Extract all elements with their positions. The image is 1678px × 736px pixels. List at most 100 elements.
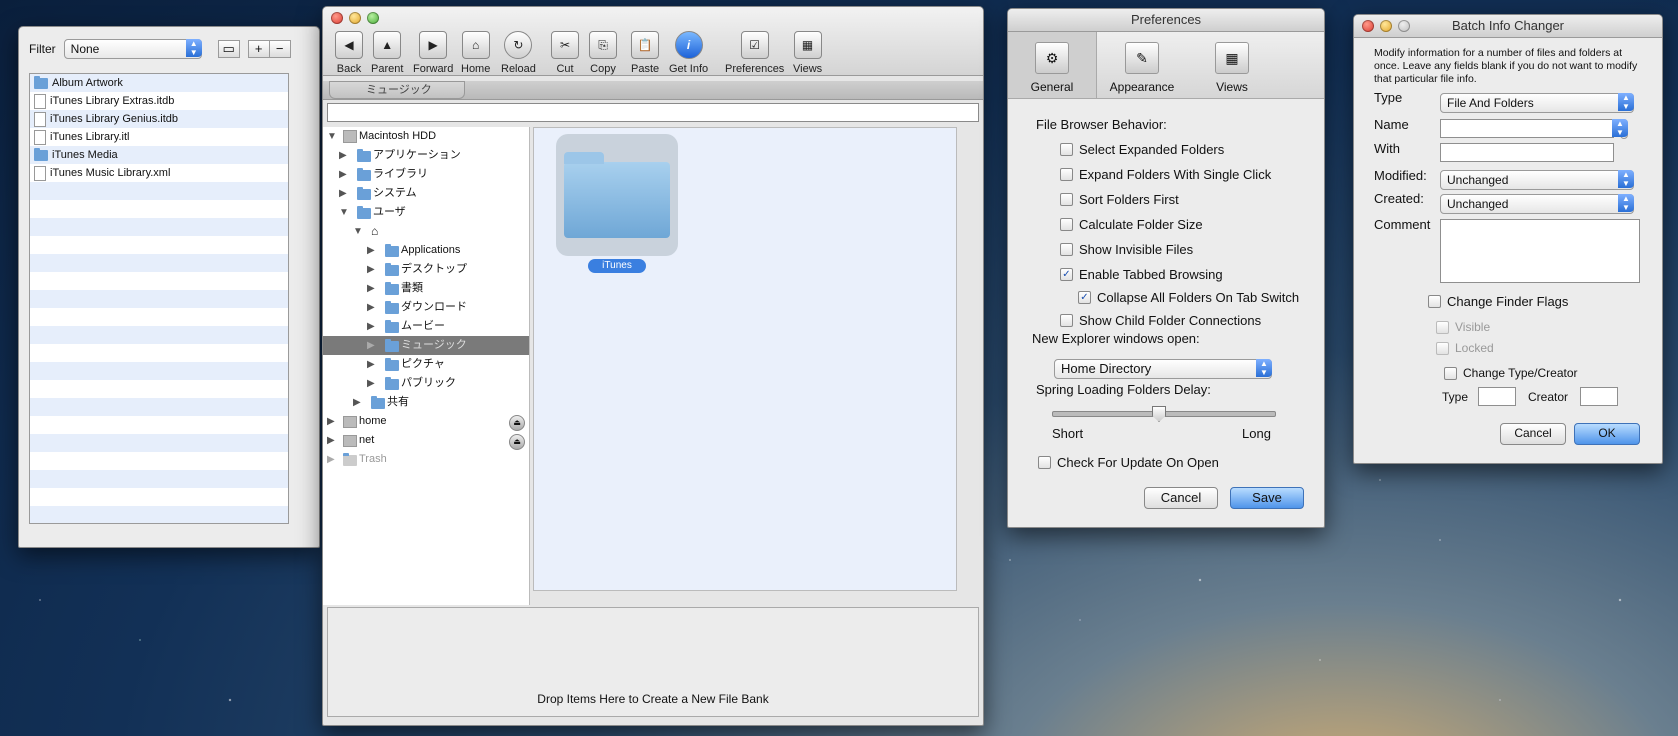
folder-icon bbox=[385, 282, 399, 295]
home-button[interactable]: ⌂ Home bbox=[461, 31, 490, 75]
eject-icon[interactable]: ⏏ bbox=[509, 434, 525, 450]
checkbox-label: Sort Folders First bbox=[1079, 192, 1179, 207]
creator-code-input[interactable] bbox=[1580, 387, 1618, 406]
itunes-folder-label[interactable]: iTunes bbox=[588, 259, 646, 273]
new-windows-select[interactable]: Home Directory ▲ ▼ bbox=[1054, 359, 1272, 379]
filter-select[interactable]: None ▲ ▼ bbox=[63, 39, 202, 59]
cancel-button[interactable]: Cancel bbox=[1144, 487, 1218, 509]
back-button[interactable]: ◀ Back bbox=[335, 31, 363, 75]
tree-label: Trash bbox=[359, 453, 387, 465]
list-item[interactable]: iTunes Library Extras.itdb bbox=[30, 92, 288, 110]
zoom-icon[interactable] bbox=[367, 12, 379, 24]
minimize-icon[interactable] bbox=[1380, 20, 1392, 32]
folder-icon bbox=[371, 396, 385, 409]
get-info-label: Get Info bbox=[669, 63, 709, 75]
preferences-button[interactable]: ☑ Preferences bbox=[725, 31, 784, 75]
list-item[interactable]: iTunes Media bbox=[30, 146, 288, 164]
single-click-checkbox[interactable]: Expand Folders With Single Click bbox=[1060, 167, 1271, 182]
sort-folders-checkbox[interactable]: Sort Folders First bbox=[1060, 192, 1179, 207]
itunes-folder-item[interactable] bbox=[556, 134, 678, 256]
disclosure-closed-icon: ▶ bbox=[353, 397, 361, 408]
network-drive-icon bbox=[343, 435, 357, 447]
tree-item-shared[interactable]: ▶ 共有 bbox=[323, 393, 529, 412]
remove-button[interactable]: − bbox=[268, 40, 291, 58]
finder-flags-checkbox[interactable]: Change Finder Flags bbox=[1428, 294, 1568, 309]
path-field[interactable] bbox=[327, 103, 979, 122]
close-icon[interactable] bbox=[1362, 20, 1374, 32]
select-arrows-icon: ▲ ▼ bbox=[185, 39, 202, 57]
tree-item-home-folder[interactable]: ▼ ⌂ bbox=[323, 222, 529, 241]
name-input[interactable] bbox=[1440, 119, 1614, 138]
invisible-files-checkbox[interactable]: Show Invisible Files bbox=[1060, 242, 1193, 257]
tree-item-documents[interactable]: ▶ 書類 bbox=[323, 279, 529, 298]
tree-item-system[interactable]: ▶ システム bbox=[323, 184, 529, 203]
parent-button[interactable]: ▲ Parent bbox=[371, 31, 403, 75]
tree-item-desktop[interactable]: ▶ デスクトップ bbox=[323, 260, 529, 279]
reload-button[interactable]: ↻ Reload bbox=[501, 31, 536, 75]
checkbox-label: Expand Folders With Single Click bbox=[1079, 167, 1272, 182]
forward-button[interactable]: ▶ Forward bbox=[413, 31, 453, 75]
copy-label: Copy bbox=[590, 63, 616, 75]
select-expanded-checkbox[interactable]: Select Expanded Folders bbox=[1060, 142, 1224, 157]
tab-general[interactable]: ⚙ General bbox=[1008, 32, 1097, 98]
modified-select[interactable]: Unchanged ▲ ▼ bbox=[1440, 170, 1634, 190]
spring-delay-slider[interactable] bbox=[1052, 406, 1276, 422]
tree-item-movies[interactable]: ▶ ムービー bbox=[323, 317, 529, 336]
tree-item-trash[interactable]: ▶ Trash bbox=[323, 450, 529, 469]
tree-item-home[interactable]: ▶ home ⏏ bbox=[323, 412, 529, 431]
minimize-icon[interactable] bbox=[349, 12, 361, 24]
folder-icon bbox=[385, 377, 399, 390]
folder-size-checkbox[interactable]: Calculate Folder Size bbox=[1060, 217, 1203, 232]
paste-button[interactable]: 📋 Paste bbox=[631, 31, 659, 75]
get-info-button[interactable]: i Get Info bbox=[669, 31, 708, 75]
type-creator-checkbox[interactable]: Change Type/Creator bbox=[1444, 366, 1578, 380]
drop-zone-text: Drop Items Here to Create a New File Ban… bbox=[537, 692, 769, 706]
eject-icon[interactable]: ⏏ bbox=[509, 415, 525, 431]
tree-item-music[interactable]: ▶ ミュージック bbox=[323, 336, 529, 355]
copy-button[interactable]: ⎘ Copy bbox=[589, 31, 617, 75]
tab-label: Views bbox=[1216, 80, 1248, 94]
drop-zone[interactable]: Drop Items Here to Create a New File Ban… bbox=[327, 607, 979, 717]
tab-music[interactable]: ミュージック bbox=[329, 81, 465, 99]
collapse-folders-checkbox[interactable]: ✓ Collapse All Folders On Tab Switch bbox=[1078, 290, 1299, 305]
name-mode-select[interactable]: ▲ ▼ bbox=[1612, 119, 1628, 139]
forward-label: Forward bbox=[413, 63, 454, 75]
child-connections-checkbox[interactable]: Show Child Folder Connections bbox=[1060, 313, 1261, 328]
list-item-label: Album Artwork bbox=[52, 77, 123, 89]
check-update-checkbox[interactable]: Check For Update On Open bbox=[1038, 455, 1219, 470]
tree-item-macintosh-hdd[interactable]: ▼ Macintosh HDD bbox=[323, 127, 529, 146]
slider-knob[interactable] bbox=[1152, 406, 1166, 422]
view-toggle-button[interactable]: ▭ bbox=[217, 40, 240, 58]
creator-code-label: Creator bbox=[1528, 390, 1569, 404]
created-select[interactable]: Unchanged ▲ ▼ bbox=[1440, 194, 1634, 214]
views-icon: ▦ bbox=[793, 31, 822, 59]
tree-item-applications-jp[interactable]: ▶ アプリケーション bbox=[323, 146, 529, 165]
cut-button[interactable]: ✂ Cut bbox=[551, 31, 579, 75]
cancel-button[interactable]: Cancel bbox=[1500, 423, 1566, 445]
select-arrows-icon: ▲ ▼ bbox=[1612, 119, 1628, 137]
tabbed-browsing-checkbox[interactable]: ✓ Enable Tabbed Browsing bbox=[1060, 267, 1223, 282]
list-item[interactable]: iTunes Music Library.xml bbox=[30, 164, 288, 182]
list-item[interactable]: iTunes Library.itl bbox=[30, 128, 288, 146]
comment-textarea[interactable] bbox=[1440, 219, 1640, 283]
batch-titlebar: Batch Info Changer bbox=[1354, 15, 1662, 38]
tree-item-net[interactable]: ▶ net ⏏ bbox=[323, 431, 529, 450]
tree-item-public[interactable]: ▶ パブリック bbox=[323, 374, 529, 393]
list-item[interactable]: Album Artwork bbox=[30, 74, 288, 92]
tab-views[interactable]: ▦ Views bbox=[1188, 32, 1276, 98]
tree-item-pictures[interactable]: ▶ ピクチャ bbox=[323, 355, 529, 374]
close-icon[interactable] bbox=[331, 12, 343, 24]
tree-item-library[interactable]: ▶ ライブラリ bbox=[323, 165, 529, 184]
tree-item-downloads[interactable]: ▶ ダウンロード bbox=[323, 298, 529, 317]
tree-item-users[interactable]: ▼ ユーザ bbox=[323, 203, 529, 222]
type-code-input[interactable] bbox=[1478, 387, 1516, 406]
add-button[interactable]: + bbox=[247, 40, 270, 58]
save-button[interactable]: Save bbox=[1230, 487, 1304, 509]
type-select[interactable]: File And Folders ▲ ▼ bbox=[1440, 93, 1634, 113]
views-button[interactable]: ▦ Views bbox=[793, 31, 822, 75]
list-item[interactable]: iTunes Library Genius.itdb bbox=[30, 110, 288, 128]
tab-appearance[interactable]: ✎ Appearance bbox=[1098, 32, 1186, 98]
tree-item-applications[interactable]: ▶ Applications bbox=[323, 241, 529, 260]
with-input[interactable] bbox=[1440, 143, 1614, 162]
ok-button[interactable]: OK bbox=[1574, 423, 1640, 445]
